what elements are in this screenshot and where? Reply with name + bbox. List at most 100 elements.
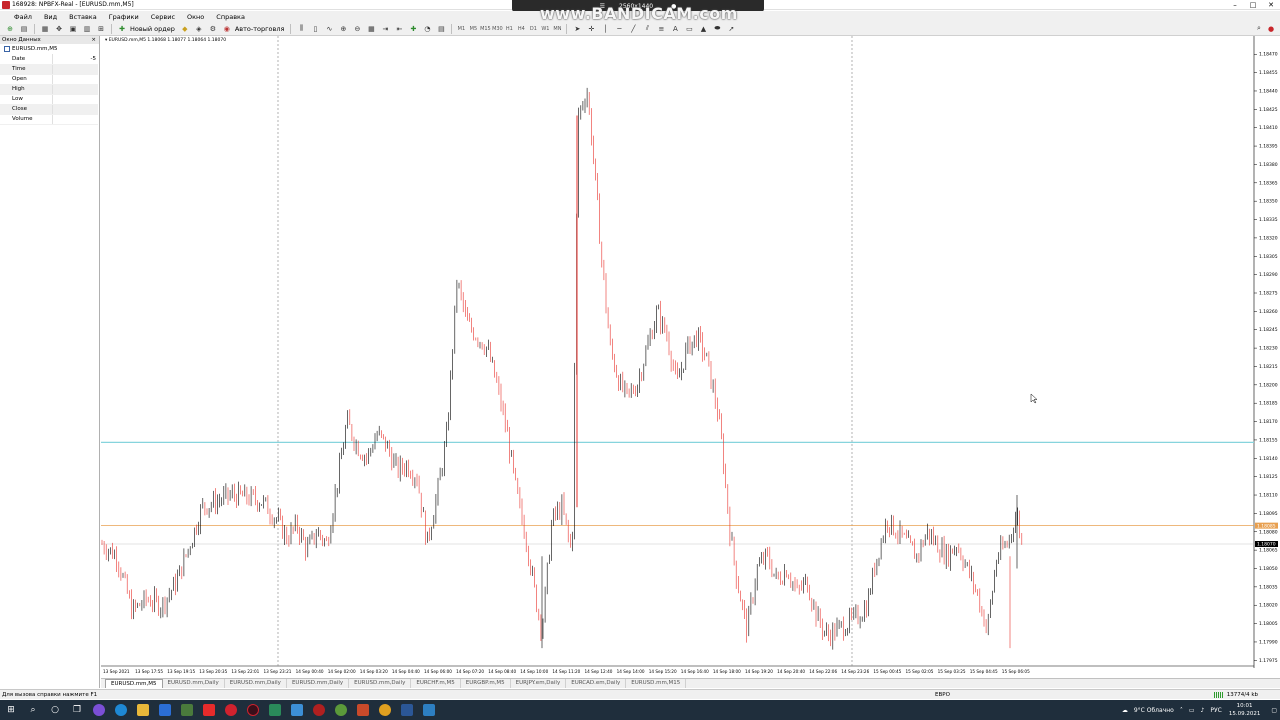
periods-icon[interactable]: ◔ xyxy=(422,24,432,34)
status-profile[interactable]: ЕВРО xyxy=(935,690,950,700)
profiles-icon[interactable]: ▤ xyxy=(19,24,29,34)
tab-chart[interactable]: EURUSD.mm,M15 xyxy=(626,679,687,688)
tab-chart[interactable]: EURCAD.em,Daily xyxy=(566,679,627,688)
network-icon[interactable]: ▭ xyxy=(1189,707,1195,714)
shapes-icon[interactable]: ⬬ xyxy=(712,24,722,34)
store-icon[interactable] xyxy=(154,700,176,720)
timeframe-m15[interactable]: M15 xyxy=(479,26,491,32)
arrow-up-icon[interactable]: ▲ xyxy=(698,24,708,34)
new-order-button[interactable]: Новый ордер xyxy=(130,25,175,33)
task-view-icon[interactable]: ❐ xyxy=(66,700,88,720)
tab-chart[interactable]: EURUSD.mm,Daily xyxy=(225,679,287,688)
new-order-icon[interactable]: ✚ xyxy=(117,24,127,34)
horizontal-line-icon[interactable]: ─ xyxy=(614,24,624,34)
file-explorer-icon[interactable] xyxy=(132,700,154,720)
timeframe-m5[interactable]: M5 xyxy=(467,26,479,32)
candlestick-icon[interactable]: ▯ xyxy=(310,24,320,34)
terminal-icon[interactable]: ▣ xyxy=(68,24,78,34)
menu-insert[interactable]: Вставка xyxy=(63,13,103,21)
timeframe-m30[interactable]: M30 xyxy=(491,26,503,32)
search-icon[interactable]: ⌕ xyxy=(1254,24,1264,34)
tab-chart[interactable]: EURGBP.m,M5 xyxy=(461,679,511,688)
price-chart[interactable]: 1.18470 1.18455 1.18440 1.18425 1.18410 1.183… xyxy=(101,36,1280,678)
channel-icon[interactable]: ⫽ xyxy=(642,24,652,34)
text-icon[interactable]: A xyxy=(670,24,680,34)
menu-help[interactable]: Справка xyxy=(210,13,251,21)
tile-windows-icon[interactable]: ▦ xyxy=(366,24,376,34)
vertical-line-icon[interactable]: │ xyxy=(600,24,610,34)
tab-chart[interactable]: EURUSD.mm,Daily xyxy=(163,679,225,688)
autoscroll-icon[interactable]: ⇥ xyxy=(380,24,390,34)
autotrading-button[interactable]: Авто-торговля xyxy=(235,25,285,33)
autotrading-icon[interactable]: ◉ xyxy=(222,24,232,34)
clock[interactable]: 10:01 15.09.2021 xyxy=(1229,702,1261,718)
navigator-icon[interactable]: ✥ xyxy=(54,24,64,34)
trendline-icon[interactable]: ╱ xyxy=(628,24,638,34)
new-chart-icon[interactable]: ⊕ xyxy=(5,24,15,34)
app-icon[interactable] xyxy=(418,700,440,720)
minimize-button[interactable]: – xyxy=(1226,0,1244,10)
weather-text[interactable]: 9°C Облачно xyxy=(1134,707,1174,714)
menu-charts[interactable]: Графики xyxy=(103,13,145,21)
chart-canvas[interactable]: 1.18470 1.18455 1.18440 1.18425 1.18410 1.183… xyxy=(101,36,1280,678)
volume-icon[interactable]: ♪ xyxy=(1201,707,1205,714)
timeframe-h4[interactable]: H4 xyxy=(515,26,527,32)
signals-icon[interactable]: ⚙ xyxy=(208,24,218,34)
maximize-button[interactable]: □ xyxy=(1244,0,1262,10)
mql-icon[interactable]: ◈ xyxy=(194,24,204,34)
word-icon[interactable] xyxy=(396,700,418,720)
menu-tools[interactable]: Сервис xyxy=(145,13,181,21)
notifications-icon[interactable]: ▢ xyxy=(1271,707,1277,714)
more-objects-icon[interactable]: ➚ xyxy=(726,24,736,34)
timeframe-w1[interactable]: W1 xyxy=(539,26,551,32)
tab-chart[interactable]: EURUSD.mm,M5 xyxy=(105,679,163,688)
menu-file[interactable]: Файл xyxy=(8,13,38,21)
timeframe-mn[interactable]: MN xyxy=(551,26,563,32)
tab-chart[interactable]: EURJPY.em,Daily xyxy=(511,679,567,688)
notification-icon[interactable]: ● xyxy=(1266,24,1276,34)
bar-chart-icon[interactable]: ⫼ xyxy=(296,24,306,34)
chrome-icon[interactable] xyxy=(374,700,396,720)
tab-chart[interactable]: EURUSD.mm,Daily xyxy=(349,679,412,688)
tab-chart[interactable]: EURUSD.mm,Daily xyxy=(287,679,350,688)
timeframe-m1[interactable]: M1 xyxy=(455,26,467,32)
app-icon[interactable] xyxy=(352,700,374,720)
language-indicator[interactable]: РУС xyxy=(1210,707,1221,714)
timeframe-d1[interactable]: D1 xyxy=(527,26,539,32)
edge-icon[interactable] xyxy=(110,700,132,720)
app-icon[interactable] xyxy=(88,700,110,720)
weather-icon[interactable]: ☁ xyxy=(1122,707,1128,714)
zoom-out-icon[interactable]: ⊖ xyxy=(352,24,362,34)
label-icon[interactable]: ▭ xyxy=(684,24,694,34)
metaeditor-icon[interactable]: ◆ xyxy=(180,24,190,34)
close-icon[interactable]: × xyxy=(91,36,96,44)
record-icon[interactable] xyxy=(308,700,330,720)
metatrader-icon[interactable] xyxy=(264,700,286,720)
indicators-icon[interactable]: ✚ xyxy=(408,24,418,34)
app-icon[interactable] xyxy=(176,700,198,720)
windows-start-icon[interactable]: ⊞ xyxy=(0,700,22,720)
chart-shift-icon[interactable]: ⇤ xyxy=(394,24,404,34)
opera-gx-icon[interactable] xyxy=(242,700,264,720)
line-chart-icon[interactable]: ∿ xyxy=(324,24,334,34)
search-icon[interactable]: ⌕ xyxy=(22,700,44,720)
close-button[interactable]: ✕ xyxy=(1262,0,1280,10)
cortana-icon[interactable]: ○ xyxy=(44,700,66,720)
menu-view[interactable]: Вид xyxy=(38,13,63,21)
app-icon[interactable] xyxy=(286,700,308,720)
yandex-icon[interactable] xyxy=(198,700,220,720)
templates-icon[interactable]: ▤ xyxy=(436,24,446,34)
tester-icon[interactable]: ▥ xyxy=(82,24,92,34)
opera-icon[interactable] xyxy=(220,700,242,720)
fibo-icon[interactable]: ≡ xyxy=(656,24,666,34)
timeframe-h1[interactable]: H1 xyxy=(503,26,515,32)
menu-window[interactable]: Окно xyxy=(181,13,210,21)
app-icon[interactable] xyxy=(330,700,352,720)
crosshair-icon[interactable]: ✛ xyxy=(586,24,596,34)
tray-arrow-icon[interactable]: ˄ xyxy=(1180,707,1183,714)
zoom-in-icon[interactable]: ⊕ xyxy=(338,24,348,34)
market-watch-icon[interactable]: ▦ xyxy=(40,24,50,34)
cursor-icon[interactable]: ➤ xyxy=(572,24,582,34)
data-window-icon[interactable]: ⊞ xyxy=(96,24,106,34)
tab-chart[interactable]: EURCHF.m,M5 xyxy=(411,679,461,688)
